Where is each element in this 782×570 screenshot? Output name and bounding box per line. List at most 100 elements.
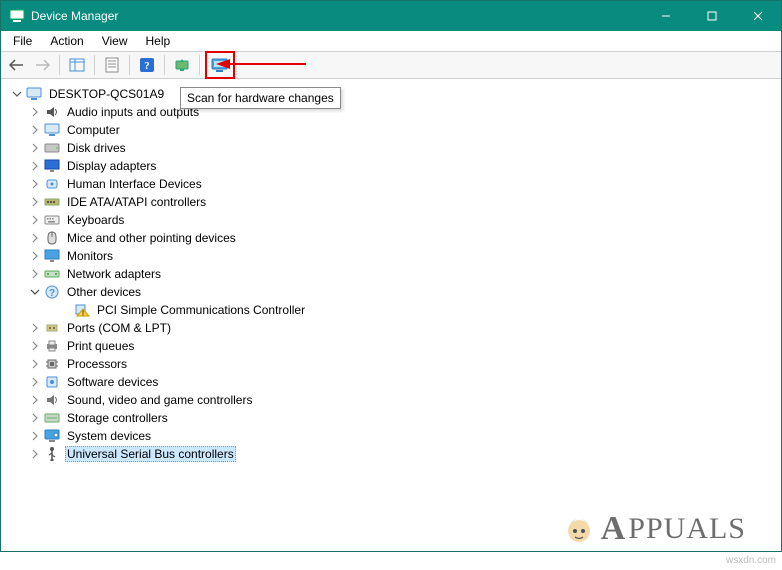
tree-item[interactable]: Mice and other pointing devices [7,229,781,247]
device-manager-window: Device Manager File Action View Help ? [0,0,782,552]
chevron-right-icon[interactable] [29,214,41,226]
chevron-right-icon[interactable] [29,142,41,154]
tree-item-label: Processors [65,357,129,371]
toolbar-forward-button[interactable] [30,54,54,76]
tree-item[interactable]: Ports (COM & LPT) [7,319,781,337]
storage-icon [43,410,61,426]
tree-item[interactable]: Human Interface Devices [7,175,781,193]
chevron-right-icon[interactable] [29,448,41,460]
hid-icon [43,176,61,192]
menu-help[interactable]: Help [138,32,179,50]
tree-item[interactable]: Storage controllers [7,409,781,427]
chevron-right-icon[interactable] [29,250,41,262]
mouse-icon [43,230,61,246]
chevron-right-icon[interactable] [29,196,41,208]
highlight-annotation [205,51,235,79]
chevron-right-icon[interactable] [29,412,41,424]
ide-icon [43,194,61,210]
tree-item-label: Computer [65,123,122,137]
tree-root-label: DESKTOP-QCS01A9 [47,87,166,101]
chevron-right-icon[interactable] [29,394,41,406]
tree-item-label: Other devices [65,285,143,299]
menu-action[interactable]: Action [42,32,91,50]
menu-file[interactable]: File [5,32,40,50]
app-icon [9,8,25,24]
tree-item[interactable]: System devices [7,427,781,445]
tree-item-label: Human Interface Devices [65,177,204,191]
chevron-right-icon[interactable] [29,430,41,442]
tree-item-label: Universal Serial Bus controllers [65,446,236,462]
port-icon [43,320,61,336]
tree-item[interactable]: Print queues [7,337,781,355]
toolbar: ? [1,51,781,79]
chevron-down-icon[interactable] [29,286,41,298]
tree-item[interactable]: Audio inputs and outputs [7,103,781,121]
tree-item[interactable]: ! PCI Simple Communications Controller [7,301,781,319]
close-button[interactable] [735,1,781,31]
tree-item-label: Sound, video and game controllers [65,393,254,407]
svg-text:?: ? [144,60,150,72]
tree-item[interactable]: Keyboards [7,211,781,229]
toolbar-separator [129,55,130,75]
tree-item-label: Mice and other pointing devices [65,231,238,245]
tooltip-scan: Scan for hardware changes [180,87,341,109]
tree-item[interactable]: IDE ATA/ATAPI controllers [7,193,781,211]
tree-item[interactable]: Software devices [7,373,781,391]
toolbar-update-button[interactable] [170,54,194,76]
tree-item-label: Monitors [65,249,115,263]
tree-item-label: IDE ATA/ATAPI controllers [65,195,208,209]
cpu-icon [43,356,61,372]
minimize-button[interactable] [643,1,689,31]
chevron-right-icon[interactable] [29,106,41,118]
toolbar-properties-button[interactable] [100,54,124,76]
toolbar-scan-button[interactable] [208,54,232,76]
tree-item[interactable]: Network adapters [7,265,781,283]
tree-item-label: Disk drives [65,141,128,155]
device-tree[interactable]: DESKTOP-QCS01A9 Audio inputs and outputs… [1,79,781,463]
toolbar-separator [59,55,60,75]
tree-item-label: Network adapters [65,267,163,281]
tree-item-label: Storage controllers [65,411,170,425]
toolbar-separator [199,55,200,75]
chevron-right-icon[interactable] [29,340,41,352]
warning-icon: ! [73,302,91,318]
chevron-right-icon[interactable] [29,160,41,172]
tree-item-label: Print queues [65,339,136,353]
toolbar-help-button[interactable]: ? [135,54,159,76]
usb-icon [43,446,61,462]
toolbar-showhide-button[interactable] [65,54,89,76]
computer-icon [43,122,61,138]
toolbar-back-button[interactable] [5,54,29,76]
watermark: wsxdn.com [726,555,776,566]
maximize-button[interactable] [689,1,735,31]
tree-item-label: Ports (COM & LPT) [65,321,173,335]
tree-item[interactable]: Sound, video and game controllers [7,391,781,409]
chevron-right-icon[interactable] [29,124,41,136]
tree-item-label: System devices [65,429,153,443]
toolbar-separator [94,55,95,75]
chevron-right-icon[interactable] [29,376,41,388]
titlebar: Device Manager [1,1,781,31]
sound-icon [43,392,61,408]
tree-item[interactable]: Disk drives [7,139,781,157]
tree-item[interactable]: Computer [7,121,781,139]
tree-item[interactable]: Universal Serial Bus controllers [7,445,781,463]
toolbar-separator [164,55,165,75]
brand-logo: APPUALS [561,510,746,548]
svg-text:!: ! [82,311,84,318]
tree-item-label: PCI Simple Communications Controller [95,303,307,317]
chevron-right-icon[interactable] [29,358,41,370]
tree-item[interactable]: Display adapters [7,157,781,175]
chevron-down-icon[interactable] [11,88,23,100]
tree-item[interactable]: Monitors [7,247,781,265]
tree-root[interactable]: DESKTOP-QCS01A9 [7,85,781,103]
menu-view[interactable]: View [94,32,136,50]
chevron-right-icon[interactable] [29,178,41,190]
monitor-icon [43,248,61,264]
chevron-right-icon[interactable] [29,232,41,244]
svg-text:?: ? [49,288,55,299]
chevron-right-icon[interactable] [29,322,41,334]
tree-item[interactable]: Processors [7,355,781,373]
chevron-right-icon[interactable] [29,268,41,280]
tree-item[interactable]: ? Other devices [7,283,781,301]
